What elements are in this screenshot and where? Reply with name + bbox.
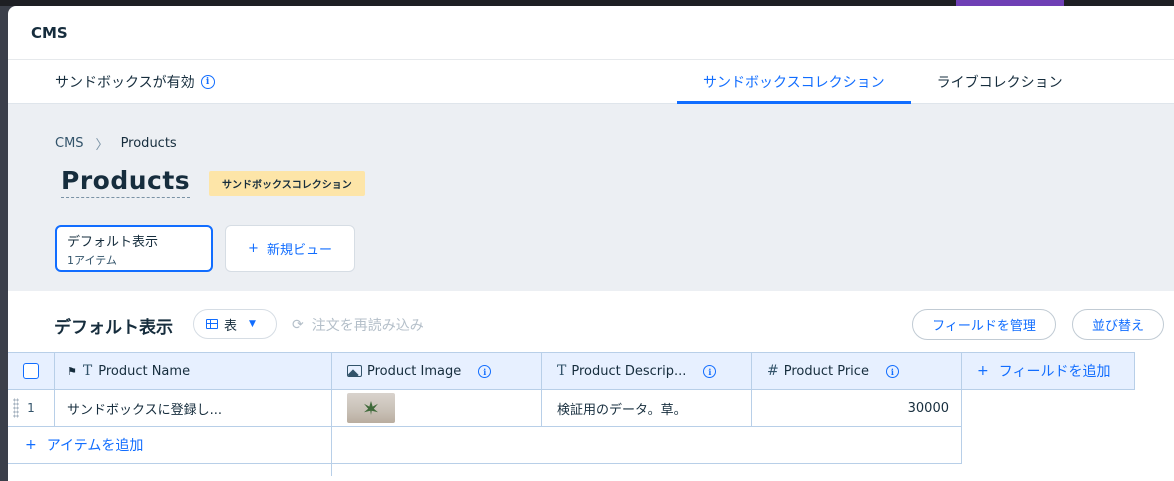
add-item-row-filler <box>332 427 962 464</box>
info-icon-wrap: i <box>478 364 492 379</box>
breadcrumb-current: Products <box>120 136 177 151</box>
reload-order-label: 注文を再読み込み <box>311 318 424 334</box>
info-icon-wrap: i <box>703 364 717 379</box>
sandbox-badge: サンドボックスコレクション <box>209 171 365 196</box>
manage-fields-button[interactable]: フィールドを管理 <box>912 309 1056 340</box>
text-icon: T <box>557 363 567 379</box>
cell-product-description[interactable]: 検証用のデータ。草。 <box>542 390 752 427</box>
sandbox-status: サンドボックスが有効 i <box>8 60 215 103</box>
view-title: デフォルト表示 <box>54 318 173 338</box>
page-title[interactable]: Products <box>61 166 191 198</box>
table-icon <box>206 319 218 329</box>
cell-product-name[interactable]: サンドボックスに登録し... <box>55 390 332 427</box>
add-field-button[interactable]: + フィールドを追加 <box>962 352 1135 390</box>
text-icon: T <box>82 363 93 379</box>
table-row[interactable]: 1 サンドボックスに登録し... 検証用のデータ。草。 30000 <box>8 390 1174 427</box>
cell-product-price[interactable]: 30000 <box>752 390 962 427</box>
new-view-button[interactable]: + 新規ビュー <box>225 225 355 272</box>
column-header-product-description[interactable]: T Product Descrip... i <box>542 352 752 390</box>
hash-icon: # <box>767 363 779 379</box>
select-all-cell <box>8 352 55 390</box>
tab-sandbox-collection[interactable]: サンドボックスコレクション <box>677 60 911 104</box>
chevron-down-icon: ▼ <box>249 319 256 329</box>
table-header-row: ⚑ T Product Name Product Image i T Produ… <box>8 352 1174 390</box>
tab-live-collection[interactable]: ライブコレクション <box>911 60 1089 104</box>
plus-icon: + <box>248 241 259 256</box>
column-label: Product Image <box>367 363 462 379</box>
sandbox-bar: サンドボックスが有効 i サンドボックスコレクション ライブコレクション <box>8 60 1174 104</box>
cell-product-image[interactable] <box>332 390 542 427</box>
column-header-product-price[interactable]: # Product Price i <box>752 352 962 390</box>
add-item-row: + アイテムを追加 <box>8 427 1174 464</box>
add-field-label: フィールドを追加 <box>998 364 1111 380</box>
column-label: Product Name <box>98 363 191 379</box>
plus-icon: + <box>977 363 989 379</box>
select-all-checkbox[interactable] <box>23 363 39 379</box>
view-card-default[interactable]: デフォルト表示 1アイテム <box>55 225 213 272</box>
breadcrumb: CMS 〉 Products <box>55 134 177 153</box>
new-view-label: 新規ビュー <box>266 243 332 258</box>
view-type-label: 表 <box>224 318 238 334</box>
cms-title: CMS <box>31 23 68 42</box>
column-label: Product Price <box>783 363 869 379</box>
reload-order-button[interactable]: ⟳ 注文を再読み込み <box>292 315 424 335</box>
add-item-button[interactable]: + アイテムを追加 <box>8 427 332 464</box>
info-icon[interactable]: i <box>200 74 215 89</box>
column-header-product-image[interactable]: Product Image i <box>332 352 542 390</box>
column-label: Product Descrip... <box>571 363 687 379</box>
breadcrumb-cms[interactable]: CMS <box>55 136 84 151</box>
product-thumbnail <box>347 393 395 423</box>
sort-button[interactable]: 並び替え <box>1072 309 1164 340</box>
row-index-cell: 1 <box>8 390 55 427</box>
view-item-count: 1アイテム <box>67 254 117 267</box>
drag-handle-icon[interactable] <box>13 398 19 418</box>
info-icon-wrap: i <box>885 364 899 379</box>
info-icon[interactable]: i <box>885 365 899 378</box>
add-item-label: アイテムを追加 <box>46 438 144 454</box>
cms-header: CMS <box>8 6 1174 60</box>
grid-tail <box>8 464 332 476</box>
column-header-product-name[interactable]: ⚑ T Product Name <box>55 352 332 390</box>
view-name: デフォルト表示 <box>67 235 159 250</box>
table-toolbar: デフォルト表示 表 ▼ ⟳ 注文を再読み込み フィールドを管理 並び替え <box>8 291 1174 358</box>
image-icon <box>347 365 362 377</box>
row-index: 1 <box>27 401 35 415</box>
data-grid: ⚑ T Product Name Product Image i T Produ… <box>8 352 1174 476</box>
info-icon[interactable]: i <box>703 365 717 378</box>
primary-flag-icon: ⚑ <box>67 364 77 378</box>
chevron-right-icon: 〉 <box>95 138 109 153</box>
info-icon[interactable]: i <box>478 365 492 378</box>
collection-tabs: サンドボックスコレクション ライブコレクション <box>677 60 1089 104</box>
collection-header-area: CMS 〉 Products Products サンドボックスコレクション デフ… <box>8 104 1174 291</box>
refresh-icon: ⟳ <box>292 317 304 333</box>
sandbox-status-label: サンドボックスが有効 <box>55 74 195 91</box>
view-type-select[interactable]: 表 ▼ <box>193 309 277 339</box>
plus-icon: + <box>25 437 37 453</box>
